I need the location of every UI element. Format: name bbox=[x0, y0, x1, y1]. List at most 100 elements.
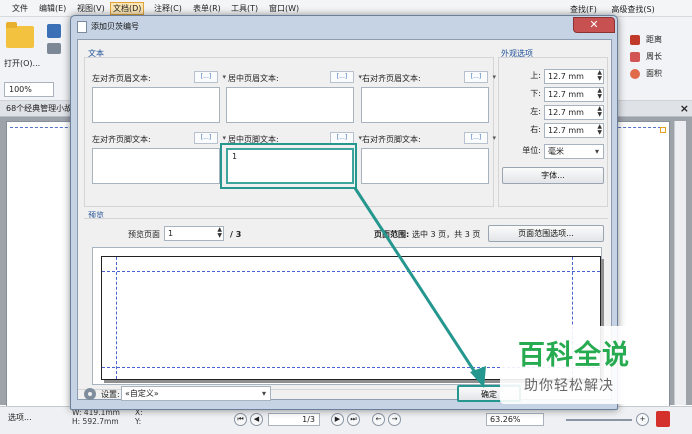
right-margin-spinner[interactable]: 12.7 mm ▲ ▼ bbox=[544, 123, 604, 138]
left-margin-value: 12.7 mm bbox=[548, 108, 584, 117]
close-icon[interactable]: ✕ bbox=[573, 17, 615, 33]
area-icon bbox=[630, 69, 640, 79]
settings-select[interactable]: «自定义» bbox=[121, 386, 271, 401]
spinner-arrows-icon[interactable]: ▲ ▼ bbox=[597, 106, 602, 118]
right-footer-textarea[interactable] bbox=[361, 148, 489, 184]
preview-page-total: / 3 bbox=[230, 230, 242, 239]
spinner-arrows-icon[interactable]: ▲ ▼ bbox=[217, 227, 222, 239]
page-dimensions: W: 419.1mm H: 592.7mm bbox=[72, 408, 120, 426]
spinner-arrows-icon[interactable]: ▲ ▼ bbox=[597, 70, 602, 82]
prev-page-icon[interactable]: ◀ bbox=[250, 413, 263, 426]
left-margin-spinner[interactable]: 12.7 mm ▲ ▼ bbox=[544, 105, 604, 120]
menu-view[interactable]: 视图(V) bbox=[75, 2, 107, 15]
first-page-icon[interactable]: ⏮ bbox=[234, 413, 247, 426]
distance-icon bbox=[630, 35, 640, 45]
open-folder-icon[interactable] bbox=[6, 22, 34, 48]
next-page-icon[interactable]: ▶ bbox=[331, 413, 344, 426]
menu-tools[interactable]: 工具(T) bbox=[229, 2, 260, 15]
forward-view-icon[interactable]: → bbox=[388, 413, 401, 426]
perimeter-tool[interactable]: 周长 bbox=[630, 49, 662, 64]
bottom-margin-spinner[interactable]: 12.7 mm ▲ ▼ bbox=[544, 87, 604, 102]
left-footer-textarea[interactable] bbox=[92, 148, 220, 184]
document-icon bbox=[77, 21, 87, 33]
zoom-in-icon[interactable]: + bbox=[636, 413, 649, 426]
left-header-textarea[interactable] bbox=[92, 87, 220, 123]
preview-divider bbox=[84, 218, 608, 219]
unit-select[interactable]: 毫米 bbox=[544, 144, 604, 159]
last-page-icon[interactable]: ⏭ bbox=[347, 413, 360, 426]
page-resize-handle[interactable] bbox=[660, 127, 666, 133]
left-margin-label: 左: bbox=[530, 107, 541, 116]
open-button-label[interactable]: 打开(O)... bbox=[4, 58, 40, 69]
appearance-group-label: 外观选项 bbox=[501, 49, 533, 58]
find-button[interactable]: 查找(F) bbox=[570, 5, 597, 14]
perimeter-label: 周长 bbox=[646, 52, 662, 61]
page-number-input[interactable]: 1/3 bbox=[268, 413, 320, 426]
page-range-options-button[interactable]: 页面范围选项... bbox=[488, 225, 604, 242]
menu-file[interactable]: 文件 bbox=[10, 2, 30, 15]
top-margin-spinner[interactable]: 12.7 mm ▲ ▼ bbox=[544, 69, 604, 84]
area-label: 面积 bbox=[646, 69, 662, 78]
spinner-arrows-icon[interactable]: ▲ ▼ bbox=[597, 124, 602, 136]
right-margin-value: 12.7 mm bbox=[548, 126, 584, 135]
bottom-margin-value: 12.7 mm bbox=[548, 90, 584, 99]
top-margin-value: 12.7 mm bbox=[548, 72, 584, 81]
status-zoom-select[interactable]: 63.26% bbox=[486, 413, 544, 426]
distance-tool[interactable]: 距离 bbox=[630, 32, 662, 47]
left-header-label: 左对齐页眉文本: bbox=[92, 74, 151, 83]
center-header-textarea[interactable] bbox=[226, 87, 354, 123]
pdf-icon[interactable] bbox=[656, 411, 670, 427]
watermark-logo: 百科全说 bbox=[518, 340, 630, 371]
save-icon[interactable] bbox=[47, 24, 61, 38]
perimeter-icon bbox=[630, 52, 640, 62]
text-group-label: 文本 bbox=[88, 49, 104, 58]
settings-gear-icon bbox=[84, 388, 96, 400]
page-range-text: 选中 3 页，共 3 页 bbox=[412, 230, 481, 239]
center-header-label: 居中页眉文本: bbox=[228, 74, 279, 83]
dialog-title: 添加贝茨编号 bbox=[91, 22, 139, 31]
right-header-insert-button[interactable]: [...] bbox=[464, 71, 496, 83]
preview-page-spinner[interactable]: 1 ▲ ▼ bbox=[164, 226, 224, 241]
print-icon[interactable] bbox=[47, 43, 61, 54]
right-header-label: 右对齐页眉文本: bbox=[362, 74, 421, 83]
font-button[interactable]: 字体... bbox=[502, 167, 604, 184]
page-height: H: 592.7mm bbox=[72, 417, 119, 426]
right-header-textarea[interactable] bbox=[361, 87, 489, 123]
menu-comment[interactable]: 注释(C) bbox=[152, 2, 184, 15]
area-tool[interactable]: 面积 bbox=[630, 66, 662, 81]
document-tab[interactable]: 68个经典管理小故 bbox=[6, 102, 72, 116]
top-margin-label: 上: bbox=[530, 71, 541, 80]
back-view-icon[interactable]: ← bbox=[372, 413, 385, 426]
left-header-insert-button[interactable]: [...] bbox=[194, 71, 226, 83]
preview-page-label: 预览页面 bbox=[128, 230, 160, 239]
select-options-button[interactable]: 选项... bbox=[8, 412, 32, 424]
settings-label: 设置: bbox=[101, 390, 120, 399]
menu-edit[interactable]: 编辑(E) bbox=[37, 2, 68, 15]
zoom-select[interactable]: 100% bbox=[4, 82, 54, 97]
preview-left-guide bbox=[116, 257, 117, 379]
center-header-insert-button[interactable]: [...] bbox=[330, 71, 362, 83]
cursor-y-label: Y: bbox=[135, 417, 142, 426]
menu-form[interactable]: 表单(R) bbox=[191, 2, 223, 15]
page-range-label: 页面范围: bbox=[374, 230, 410, 239]
left-footer-insert-button[interactable]: [...] bbox=[194, 132, 226, 144]
advanced-find-button[interactable]: 高级查找(S) bbox=[611, 5, 654, 14]
cursor-coords: X: Y: bbox=[135, 408, 143, 426]
right-margin-label: 右: bbox=[530, 125, 541, 134]
vertical-scrollbar[interactable] bbox=[674, 121, 686, 405]
preview-header-guide bbox=[102, 271, 600, 272]
menu-document[interactable]: 文档(D) bbox=[110, 2, 145, 15]
preview-page-value: 1 bbox=[168, 229, 174, 238]
distance-label: 距离 bbox=[646, 35, 662, 44]
watermark: 百科全说 助你轻松解决 bbox=[500, 326, 656, 404]
right-footer-insert-button[interactable]: [...] bbox=[464, 132, 496, 144]
zoom-slider[interactable] bbox=[566, 419, 632, 421]
measure-tools: 距离 周长 面积 bbox=[620, 20, 692, 80]
left-footer-label: 左对齐页脚文本: bbox=[92, 135, 151, 144]
menu-window[interactable]: 窗口(W) bbox=[267, 2, 301, 15]
spinner-arrows-icon[interactable]: ▲ ▼ bbox=[597, 88, 602, 100]
document-close-icon[interactable]: × bbox=[680, 102, 689, 116]
bottom-margin-label: 下: bbox=[530, 89, 541, 98]
watermark-slogan: 助你轻松解决 bbox=[524, 378, 614, 394]
dialog-titlebar[interactable]: 添加贝茨编号 ✕ bbox=[71, 16, 617, 38]
